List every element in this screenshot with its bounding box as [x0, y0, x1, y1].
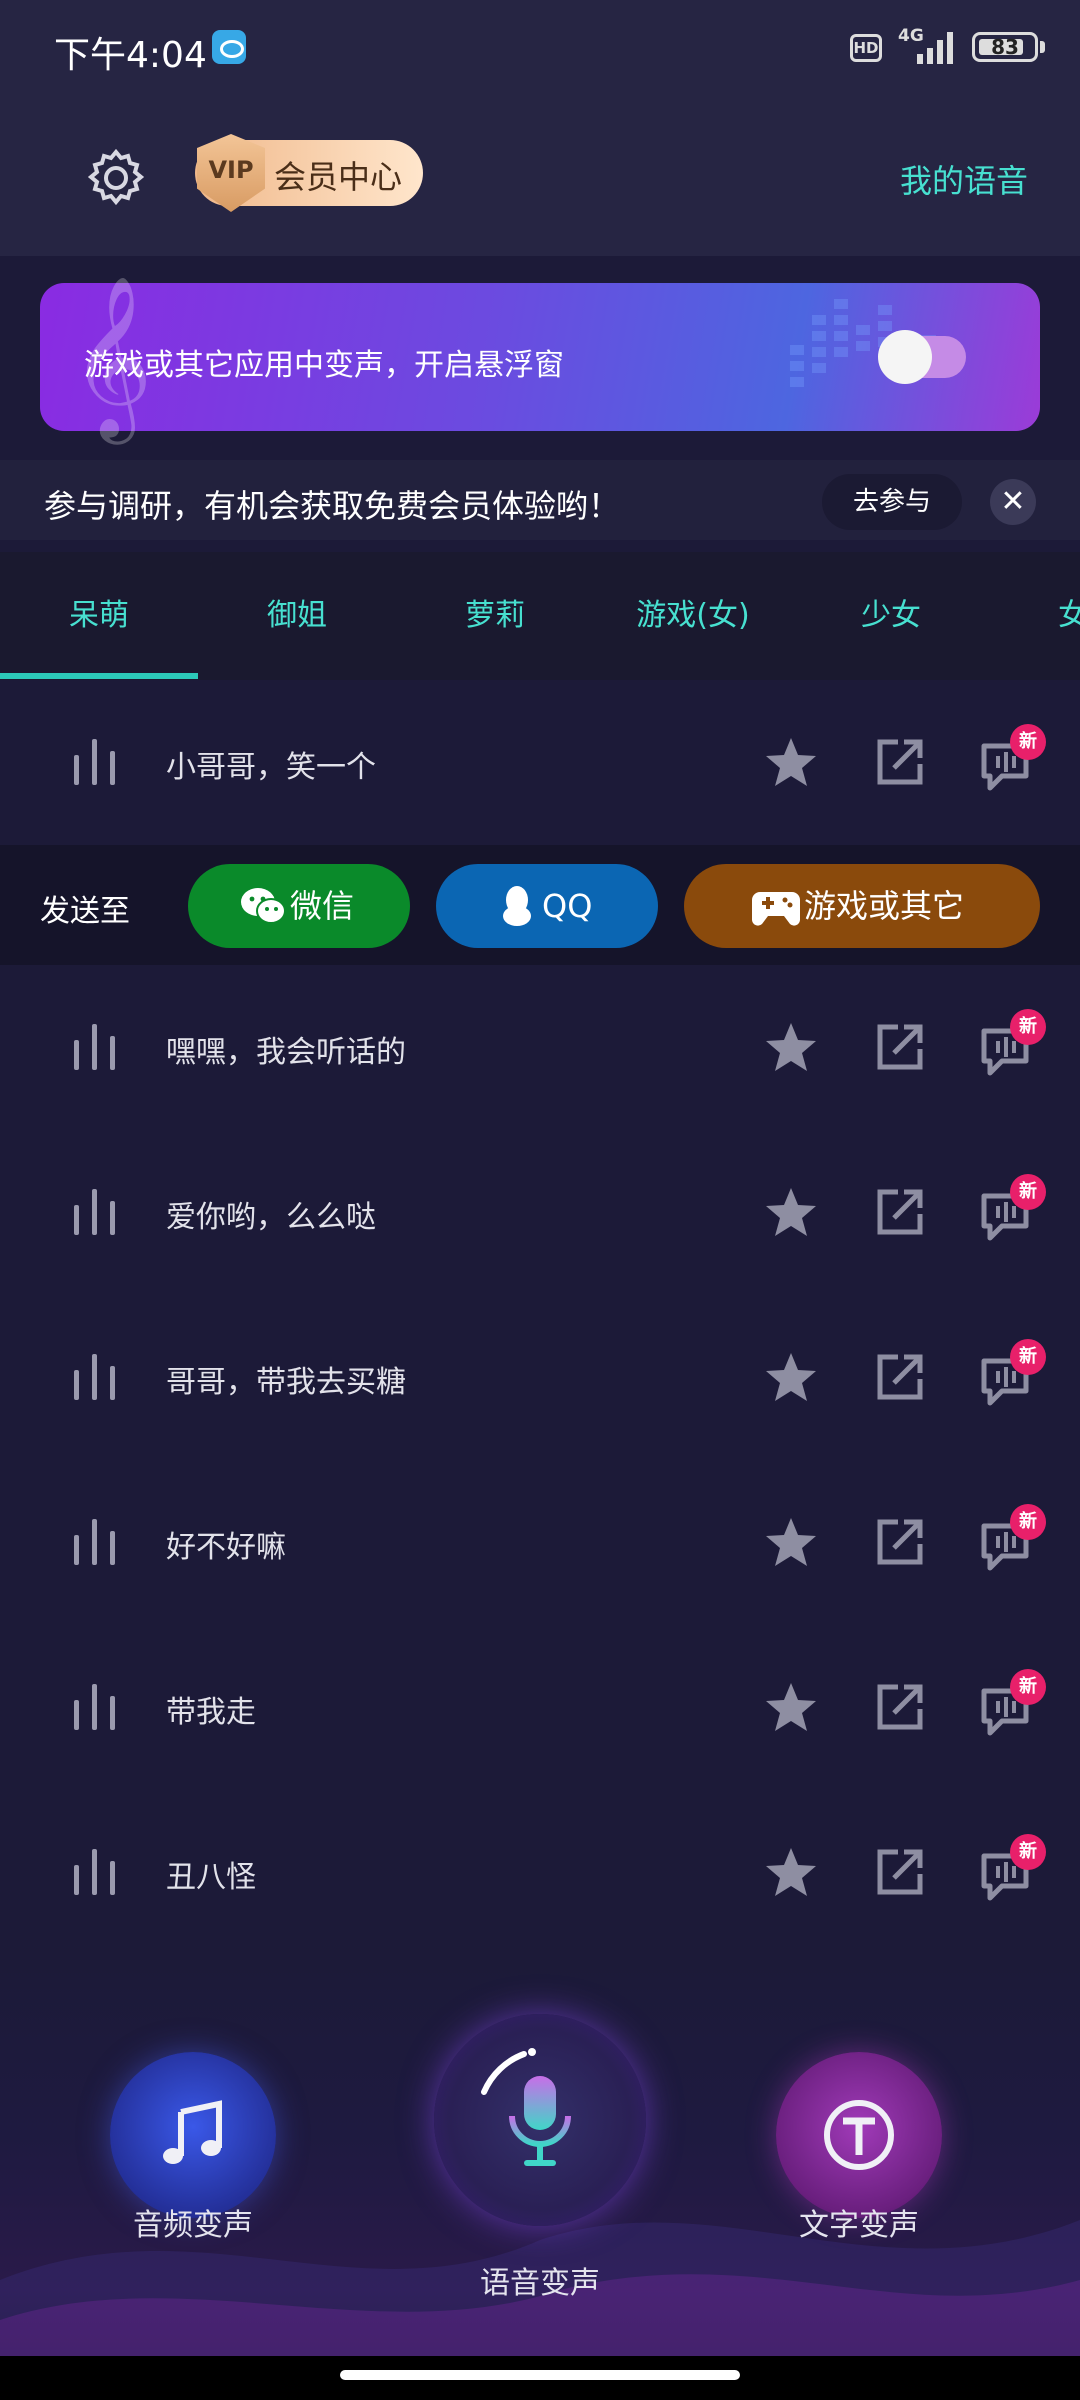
star-icon[interactable] [762, 734, 820, 792]
share-icon[interactable] [872, 1844, 928, 1900]
voice-row[interactable]: 带我走 新 [0, 1625, 1080, 1790]
gamepad-icon [752, 892, 800, 926]
star-icon[interactable] [762, 1184, 820, 1242]
star-icon[interactable] [762, 1679, 820, 1737]
voice-label: 带我走 [166, 1695, 256, 1730]
new-badge: 新 [1010, 724, 1046, 760]
qq-penguin-icon [503, 886, 531, 926]
hd-voice-icon: HD [850, 34, 882, 62]
star-icon[interactable] [762, 1349, 820, 1407]
share-icon[interactable] [872, 1019, 928, 1075]
audio-voice-change-button[interactable] [110, 2052, 276, 2218]
battery-tip [1040, 41, 1045, 53]
new-badge: 新 [1010, 1504, 1046, 1540]
signal-icon [917, 32, 953, 64]
voice-row[interactable]: 好不好嘛 新 [0, 1460, 1080, 1625]
send-qq-button[interactable]: QQ [436, 864, 658, 948]
close-icon[interactable]: ✕ [990, 479, 1036, 525]
send-wechat-button[interactable]: 微信 [188, 864, 410, 948]
voice-change-label: 语音变声 [480, 2266, 600, 2301]
new-badge: 新 [1010, 1174, 1046, 1210]
waveform-icon[interactable] [72, 1682, 120, 1732]
app-notification-icon [212, 30, 246, 64]
battery-level: 83 [991, 35, 1019, 59]
tab-yujie[interactable]: 御姐 [198, 590, 396, 634]
microphone-icon [509, 2076, 571, 2166]
voice-label: 小哥哥，笑一个 [166, 750, 376, 785]
home-indicator[interactable] [340, 2370, 740, 2380]
waveform-icon[interactable] [72, 1352, 120, 1402]
survey-join-button[interactable]: 去参与 [822, 474, 962, 530]
star-icon[interactable] [762, 1844, 820, 1902]
voice-label: 爱你哟，么么哒 [166, 1200, 376, 1235]
voice-row[interactable]: 爱你哟，么么哒 新 [0, 1130, 1080, 1295]
share-icon[interactable] [872, 1349, 928, 1405]
tab-luoli[interactable]: 萝莉 [396, 590, 594, 634]
text-voice-change-label: 文字变声 [799, 2208, 919, 2243]
tab-shaonv[interactable]: 少女 [792, 590, 990, 634]
tab-daimeng[interactable]: 呆萌 [0, 590, 198, 634]
music-note-icon [163, 2100, 222, 2164]
waveform-icon[interactable] [72, 1022, 120, 1072]
gear-icon[interactable] [84, 146, 148, 210]
voice-row[interactable]: 小哥哥，笑一个 新 [0, 680, 1080, 845]
survey-text: 参与调研，有机会获取免费会员体验哟！ [44, 487, 621, 525]
share-icon[interactable] [872, 734, 928, 790]
voice-change-button[interactable] [434, 2014, 646, 2226]
voice-label: 哥哥，带我去买糖 [166, 1365, 406, 1400]
wechat-icon [241, 888, 286, 924]
voice-row[interactable]: 丑八怪 新 [0, 1790, 1080, 1955]
audio-voice-change-label: 音频变声 [133, 2208, 253, 2243]
text-t-icon [824, 2100, 894, 2170]
voice-label: 嘿嘿，我会听话的 [166, 1035, 406, 1070]
share-icon[interactable] [872, 1679, 928, 1735]
star-icon[interactable] [762, 1019, 820, 1077]
tab-nv[interactable]: 女 [990, 590, 1080, 634]
wechat-label: 微信 [290, 887, 355, 925]
send-to-label: 发送至 [40, 894, 130, 929]
new-badge: 新 [1010, 1669, 1046, 1705]
vip-center-label: 会员中心 [274, 158, 403, 196]
new-badge: 新 [1010, 1009, 1046, 1045]
voice-label: 好不好嘛 [166, 1530, 286, 1565]
status-time: 下午4:04 [54, 35, 207, 76]
qq-label: QQ [542, 887, 593, 925]
active-tab-indicator [0, 673, 198, 679]
my-voice-link[interactable]: 我的语音 [900, 156, 1028, 202]
waveform-icon[interactable] [72, 1847, 120, 1897]
game-label: 游戏或其它 [804, 887, 965, 925]
tab-game-female[interactable]: 游戏(女) [594, 590, 792, 634]
toggle-knob[interactable] [878, 330, 932, 384]
waveform-icon[interactable] [72, 1187, 120, 1237]
new-badge: 新 [1010, 1339, 1046, 1375]
waveform-icon[interactable] [72, 1517, 120, 1567]
voice-row[interactable]: 哥哥，带我去买糖 新 [0, 1295, 1080, 1460]
waveform-icon[interactable] [72, 737, 120, 787]
send-game-button[interactable]: 游戏或其它 [684, 864, 1040, 948]
share-icon[interactable] [872, 1184, 928, 1240]
new-badge: 新 [1010, 1834, 1046, 1870]
battery-icon: 83 [972, 32, 1038, 62]
vip-badge-text: VIP [208, 156, 254, 184]
voice-label: 丑八怪 [166, 1860, 256, 1895]
share-icon[interactable] [872, 1514, 928, 1570]
star-icon[interactable] [762, 1514, 820, 1572]
banner-text: 游戏或其它应用中变声，开启悬浮窗 [84, 348, 564, 383]
text-voice-change-button[interactable] [776, 2052, 942, 2218]
voice-row[interactable]: 嘿嘿，我会听话的 新 [0, 965, 1080, 1130]
